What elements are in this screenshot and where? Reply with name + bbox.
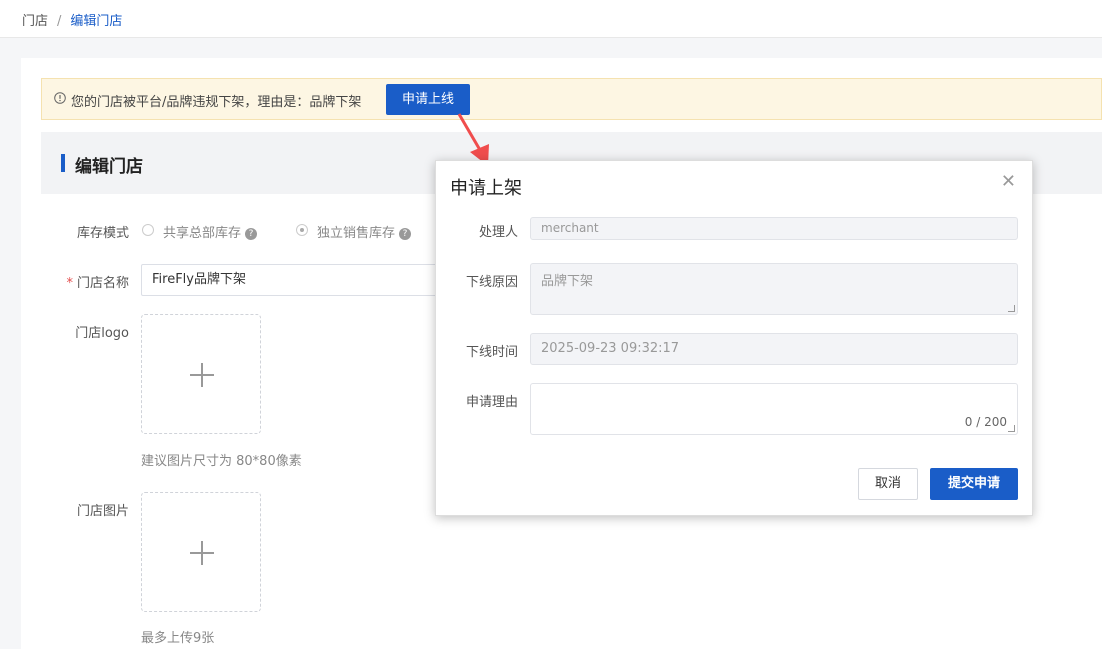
offline-time-field: 2025-09-23 09:32:17 bbox=[530, 333, 1018, 365]
submit-application-button[interactable]: 提交申请 bbox=[930, 468, 1018, 500]
section-accent-bar bbox=[61, 154, 65, 172]
radio-shared-stock-label[interactable]: 共享总部库存? bbox=[163, 222, 258, 241]
offline-time-label: 下线时间 bbox=[465, 345, 518, 360]
required-mark: * bbox=[66, 276, 73, 291]
breadcrumb: 门店 / 编辑门店 bbox=[22, 10, 122, 29]
offline-reason-value: 品牌下架 bbox=[541, 274, 594, 289]
handler-label: 处理人 bbox=[478, 225, 518, 240]
offline-reason-field: 品牌下架 bbox=[530, 263, 1018, 315]
section-title: 编辑门店 bbox=[75, 157, 143, 177]
offline-reason-label: 下线原因 bbox=[465, 275, 518, 290]
dialog-title: 申请上架 bbox=[450, 178, 522, 199]
char-counter: 0 / 200 bbox=[964, 415, 1007, 429]
help-icon[interactable]: ? bbox=[399, 227, 412, 240]
info-circle-icon bbox=[54, 92, 66, 104]
store-images-label: 门店图片 bbox=[76, 504, 129, 519]
apply-reason-label: 申请理由 bbox=[465, 395, 518, 410]
apply-listing-dialog: 申请上架 ✕ 处理人 merchant 下线原因 品牌下架 下线时间 2025-… bbox=[435, 160, 1033, 516]
images-upload[interactable] bbox=[141, 492, 261, 612]
logo-upload[interactable] bbox=[141, 314, 261, 434]
radio-independent-stock[interactable] bbox=[296, 224, 308, 236]
images-hint: 最多上传9张 bbox=[141, 631, 215, 646]
logo-hint: 建议图片尺寸为 80*80像素 bbox=[141, 454, 302, 469]
store-name-input[interactable]: FireFly品牌下架 bbox=[141, 264, 441, 296]
cancel-button[interactable]: 取消 bbox=[858, 468, 918, 500]
store-name-label: * 门店名称 bbox=[66, 276, 129, 291]
store-logo-label: 门店logo bbox=[75, 326, 129, 341]
offline-notice: 您的门店被平台/品牌违规下架，理由是：品牌下架 bbox=[41, 78, 1102, 120]
resize-handle-icon bbox=[1008, 305, 1015, 312]
breadcrumb-separator: / bbox=[57, 14, 62, 29]
stock-mode-label: 库存模式 bbox=[76, 226, 129, 241]
breadcrumb-current: 编辑门店 bbox=[70, 14, 123, 29]
breadcrumb-root[interactable]: 门店 bbox=[22, 14, 48, 29]
help-icon[interactable]: ? bbox=[245, 227, 258, 240]
close-icon[interactable]: ✕ bbox=[1001, 171, 1016, 192]
notice-text: 您的门店被平台/品牌违规下架，理由是：品牌下架 bbox=[71, 95, 362, 110]
resize-handle-icon[interactable] bbox=[1008, 425, 1015, 432]
radio-shared-stock[interactable] bbox=[142, 224, 154, 236]
radio-independent-stock-label[interactable]: 独立销售库存? bbox=[317, 222, 412, 241]
top-bar: 门店 / 编辑门店 bbox=[0, 0, 1102, 38]
handler-field: merchant bbox=[530, 217, 1018, 240]
apply-reason-textarea[interactable]: 0 / 200 bbox=[530, 383, 1018, 435]
